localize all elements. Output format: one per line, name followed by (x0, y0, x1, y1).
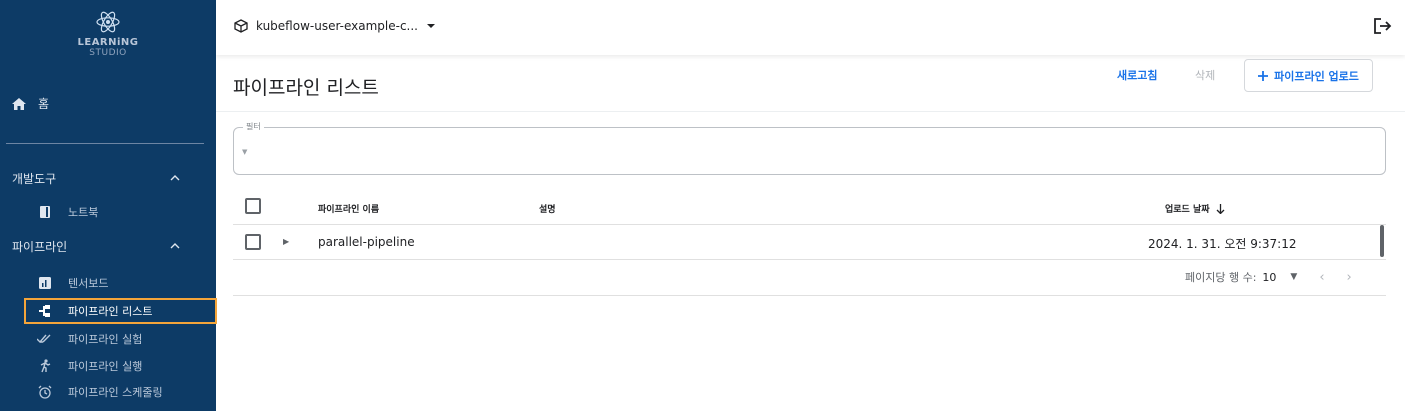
header-divider (216, 111, 1405, 112)
delete-button[interactable]: 삭제 (1195, 67, 1215, 83)
home-icon (12, 97, 26, 110)
alarm-icon (34, 385, 56, 399)
done-all-icon (34, 334, 56, 344)
scrollbar[interactable] (1380, 225, 1384, 257)
sidebar-item-scheduling[interactable]: 파이프라인 스케줄링 (24, 381, 217, 403)
sidebar-item-label: 노트북 (68, 206, 99, 219)
run-icon (34, 359, 56, 373)
sidebar-section-label: 개발도구 (12, 171, 57, 186)
sidebar-divider (6, 143, 204, 144)
column-header-name[interactable]: 파이프라인 이름 (318, 202, 379, 215)
select-all-checkbox[interactable] (245, 198, 261, 214)
sidebar-item-label: 홈 (38, 97, 50, 111)
logo: LEARNiNG STUDIO (0, 10, 216, 58)
rows-per-page-caret-icon[interactable]: ▼ (1290, 272, 1297, 282)
rows-per-page-label: 페이지당 행 수: (1185, 271, 1257, 284)
pagination: 페이지당 행 수: 10 ▼ ‹ › (1185, 269, 1352, 285)
page-title: 파이프라인 리스트 (233, 77, 379, 99)
logo-title: LEARNiNG (77, 37, 139, 48)
table-bottom-divider (233, 295, 1386, 296)
atom-logo-icon (96, 11, 120, 33)
plus-icon (1258, 70, 1269, 81)
upload-pipeline-button[interactable]: 파이프라인 업로드 (1244, 59, 1373, 92)
chevron-up-icon (170, 175, 180, 181)
cube-icon (234, 19, 248, 33)
pipeline-name-link[interactable]: parallel-pipeline (318, 235, 415, 249)
sidebar-item-label: 파이프라인 실행 (68, 360, 143, 373)
sidebar-item-runs[interactable]: 파이프라인 실행 (24, 355, 217, 377)
sidebar-item-label: 파이프라인 스케줄링 (68, 386, 163, 399)
next-page-icon[interactable]: › (1347, 270, 1352, 285)
sidebar-item-pipeline-list[interactable]: 파이프라인 리스트 (24, 298, 217, 324)
sidebar-item-label: 텐서보드 (68, 277, 109, 290)
pipeline-icon (34, 305, 56, 317)
rows-per-page-select[interactable]: 10 (1262, 271, 1276, 284)
dropdown-caret-icon (427, 24, 435, 28)
expand-row-icon[interactable]: ▶ (283, 237, 289, 246)
sidebar-item-home[interactable]: 홈 (12, 95, 49, 112)
sort-descending-icon (1216, 203, 1225, 214)
sidebar-section-devtools[interactable]: 개발도구 (0, 168, 216, 188)
sidebar-section-pipelines[interactable]: 파이프라인 (0, 236, 216, 256)
logout-icon (1374, 18, 1392, 34)
pipeline-uploaded-date: 2024. 1. 31. 오전 9:37:12 (1148, 237, 1297, 251)
sidebar-item-experiments[interactable]: 파이프라인 실험 (24, 328, 217, 350)
sidebar: LEARNiNG STUDIO 홈 개발도구 노트북 파이프라인 텐서보드 파이… (0, 0, 217, 411)
row-checkbox[interactable] (245, 234, 261, 250)
prev-page-icon[interactable]: ‹ (1319, 270, 1324, 285)
table-row[interactable]: ▶ parallel-pipeline 2024. 1. 31. 오전 9:37… (233, 225, 1386, 260)
top-bar: kubeflow-user-example-c... (216, 0, 1405, 55)
sidebar-item-label: 파이프라인 리스트 (68, 305, 153, 318)
sidebar-item-tensorboard[interactable]: 텐서보드 (24, 272, 217, 294)
filter-label: 필터 (243, 121, 264, 132)
app-root: LEARNiNG STUDIO 홈 개발도구 노트북 파이프라인 텐서보드 파이… (0, 0, 1405, 411)
column-header-uploaded[interactable]: 업로드 날짜 (1165, 202, 1225, 215)
refresh-button[interactable]: 새로고침 (1117, 67, 1157, 83)
column-header-uploaded-label: 업로드 날짜 (1165, 205, 1210, 215)
chevron-up-icon (170, 243, 180, 249)
notebook-icon (34, 206, 56, 218)
logo-subtitle: STUDIO (89, 48, 127, 58)
sidebar-item-label: 파이프라인 실험 (68, 333, 143, 346)
table-header: 파이프라인 이름 설명 업로드 날짜 (233, 192, 1386, 225)
column-header-description[interactable]: 설명 (539, 202, 556, 215)
namespace-selector[interactable]: kubeflow-user-example-c... (234, 19, 436, 33)
chart-icon (34, 277, 56, 289)
upload-pipeline-label: 파이프라인 업로드 (1274, 69, 1359, 83)
sidebar-item-notebook[interactable]: 노트북 (24, 201, 217, 223)
filter-caret-icon: ▼ (242, 148, 248, 156)
logout-button[interactable] (1373, 17, 1393, 39)
filter-field[interactable]: 필터 ▼ (233, 121, 1386, 175)
sidebar-section-label: 파이프라인 (12, 239, 68, 254)
namespace-label: kubeflow-user-example-c... (256, 19, 418, 33)
